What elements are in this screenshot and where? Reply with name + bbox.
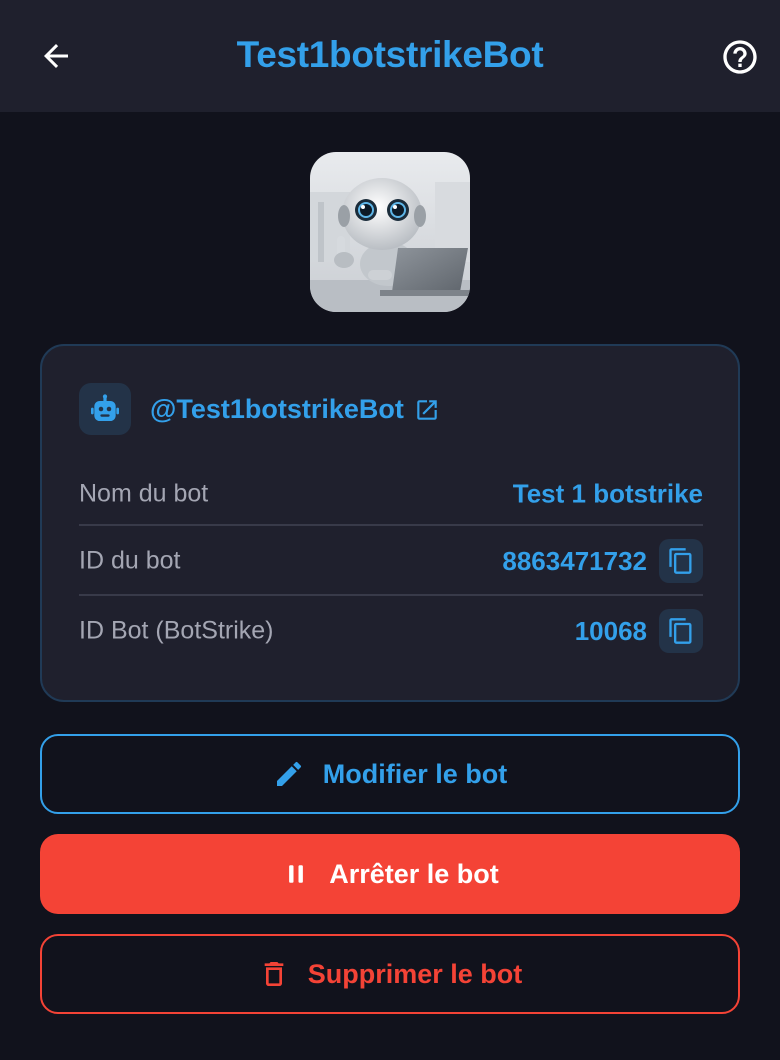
stop-bot-label: Arrêter le bot	[329, 858, 499, 889]
botstrike-id-text: 10068	[574, 615, 647, 646]
row-bot-name: Nom du bot Test 1 botstrike	[79, 460, 703, 528]
bot-name-value: Test 1 botstrike	[513, 479, 703, 510]
bot-username: @Test1botstrikeBot	[150, 394, 404, 424]
robot-icon	[91, 394, 119, 421]
pause-icon	[289, 865, 304, 883]
row-bot-id: ID du bot 8863471732	[79, 527, 703, 595]
copy-icon	[669, 618, 692, 644]
row-botstrike-id: ID Bot (BotStrike) 10068	[79, 597, 703, 665]
bot-name-text: Test 1 botstrike	[512, 478, 703, 509]
delete-bot-label: Supprimer le bot	[307, 958, 523, 989]
bot-id-text: 8863471732	[502, 545, 647, 576]
stop-bot-button[interactable]: Arrêter le bot	[40, 834, 740, 914]
botstrike-id-label: ID Bot (BotStrike)	[79, 616, 274, 645]
botstrike-id-value: 10068	[575, 609, 703, 653]
copy-icon	[669, 548, 692, 574]
bot-avatar	[310, 152, 470, 312]
bot-name-label: Nom du bot	[79, 479, 209, 508]
delete-bot-button[interactable]: Supprimer le bot	[40, 934, 740, 1014]
page-title: Test1botstrikeBot	[236, 34, 544, 75]
edit-bot-button[interactable]: Modifier le bot	[40, 734, 740, 814]
copy-bot-id-button[interactable]	[659, 539, 703, 583]
help-button[interactable]	[718, 35, 762, 79]
bot-info-card: @Test1botstrikeBot Nom du bot Test 1 bot…	[40, 344, 740, 702]
bot-username-link[interactable]: @Test1botstrikeBot	[150, 394, 440, 425]
divider	[79, 524, 703, 526]
divider	[79, 594, 703, 596]
bot-id-label: ID du bot	[79, 546, 181, 575]
pencil-icon	[276, 761, 301, 786]
bot-icon-container	[79, 383, 131, 435]
robot-image	[310, 152, 470, 312]
copy-botstrike-id-button[interactable]	[659, 609, 703, 653]
edit-bot-label: Modifier le bot	[322, 758, 508, 789]
app-bar: Test1botstrikeBot	[0, 0, 780, 112]
bot-id-value: 8863471732	[502, 539, 703, 583]
help-circle-icon	[723, 40, 757, 74]
open-in-new-icon	[417, 399, 437, 420]
trash-icon	[264, 962, 284, 986]
